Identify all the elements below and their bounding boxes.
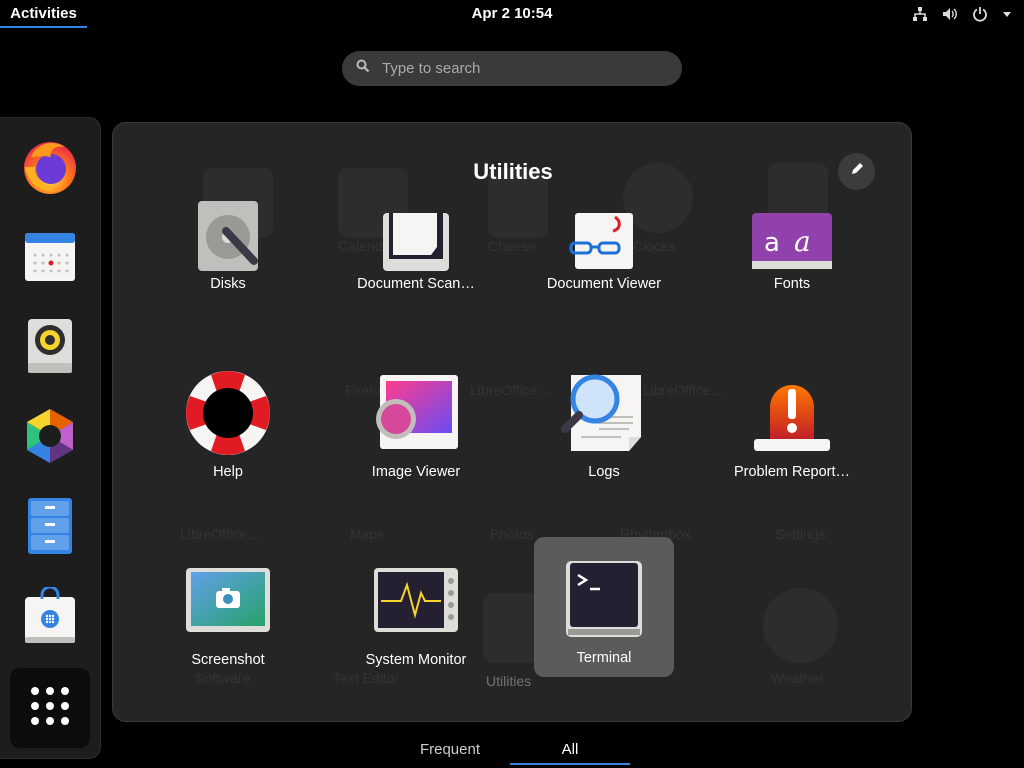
clock-area: Apr 2 10:54	[0, 5, 1024, 22]
grid-icon	[29, 685, 71, 732]
app-document-viewer[interactable]: Document Viewer	[534, 175, 674, 315]
app-label: Terminal	[576, 650, 632, 666]
firefox-icon	[21, 137, 79, 200]
photos-icon	[21, 407, 79, 470]
app-label: Document Viewer	[546, 276, 662, 292]
document-scanner-icon	[368, 201, 464, 273]
dock-photos[interactable]	[10, 398, 90, 478]
app-label: Logs	[588, 464, 620, 480]
tab-frequent[interactable]: Frequent	[390, 737, 510, 765]
search-bar[interactable]	[342, 51, 682, 86]
fonts-icon: aa	[744, 201, 840, 273]
software-icon	[23, 585, 77, 650]
dock-firefox[interactable]	[10, 128, 90, 208]
clock[interactable]: Apr 2 10:54	[472, 5, 553, 22]
utilities-folder-popup: Calendar Cheese Clocks Firefox LibreOffi…	[112, 122, 912, 722]
dash	[0, 117, 101, 759]
disks-icon	[180, 201, 276, 273]
system-tray[interactable]	[912, 4, 1012, 24]
files-icon	[27, 497, 73, 560]
app-label: Image Viewer	[371, 464, 461, 480]
background-app-label: Weather	[771, 670, 824, 686]
app-label: Document Scan…	[357, 276, 475, 292]
app-image-viewer[interactable]: Image Viewer	[346, 351, 486, 491]
background-app-tile	[763, 588, 838, 663]
search-icon	[356, 59, 370, 78]
system-monitor-icon	[368, 553, 464, 649]
background-app-label: Utilities	[486, 673, 532, 689]
app-label: Screenshot	[191, 652, 265, 668]
power-icon[interactable]	[972, 6, 988, 22]
app-fonts[interactable]: aa Fonts	[722, 175, 862, 315]
app-system-monitor[interactable]: System Monitor	[346, 539, 486, 679]
terminal-icon	[556, 551, 652, 647]
app-disks[interactable]: Disks	[158, 175, 298, 315]
app-terminal[interactable]: Terminal	[534, 537, 674, 677]
app-label: System Monitor	[365, 652, 467, 668]
background-app-label: Photos	[490, 526, 534, 542]
volume-icon[interactable]	[942, 6, 958, 22]
background-app-label: Settings	[775, 526, 826, 542]
dock-files[interactable]	[10, 488, 90, 568]
document-viewer-icon	[556, 201, 652, 273]
app-label: Help	[213, 464, 243, 480]
app-logs[interactable]: Logs	[534, 351, 674, 491]
search-input[interactable]	[382, 60, 652, 77]
chevron-down-icon[interactable]	[1002, 9, 1012, 19]
help-icon	[180, 365, 276, 461]
app-label: Fonts	[773, 276, 811, 292]
svg-text:a: a	[764, 228, 780, 258]
app-problem-reporter[interactable]: Problem Report…	[722, 351, 862, 491]
problem-reporter-icon	[744, 365, 840, 461]
top-bar: Activities Apr 2 10:54	[0, 0, 1024, 28]
calendar-icon	[23, 229, 77, 288]
app-grid-tabs: Frequent All	[390, 737, 630, 765]
app-help[interactable]: Help	[158, 351, 298, 491]
network-icon[interactable]	[912, 6, 928, 22]
dock-rhythmbox[interactable]	[10, 308, 90, 388]
screenshot-icon	[180, 553, 276, 649]
background-app-label: Cheese	[488, 238, 537, 254]
tab-all[interactable]: All	[510, 737, 630, 765]
logs-icon	[556, 365, 652, 461]
app-document-scanner[interactable]: Document Scan…	[346, 175, 486, 315]
svg-text:a: a	[794, 225, 811, 258]
dock-calendar[interactable]	[10, 218, 90, 298]
show-apps-button[interactable]	[10, 668, 90, 748]
activities-button[interactable]: Activities	[0, 0, 87, 28]
image-viewer-icon	[368, 365, 464, 461]
dock-software[interactable]	[10, 578, 90, 658]
app-label: Problem Report…	[733, 464, 851, 480]
app-label: Disks	[210, 276, 246, 292]
app-screenshot[interactable]: Screenshot	[158, 539, 298, 679]
rhythmbox-icon	[26, 317, 74, 380]
